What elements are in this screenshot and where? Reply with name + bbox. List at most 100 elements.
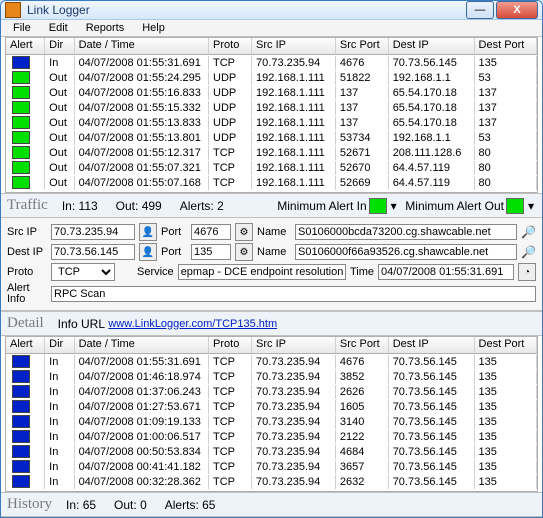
col-alert[interactable]: Alert — [6, 38, 45, 54]
time-input[interactable] — [378, 264, 514, 280]
cell-dir: In — [45, 56, 74, 70]
dname-search-icon[interactable]: 🔎 — [521, 245, 536, 259]
col-srcport[interactable]: Src Port — [336, 38, 389, 54]
col-srcip-b[interactable]: Src IP — [252, 337, 336, 353]
cell-destip: 65.54.170.18 — [389, 86, 475, 100]
cell-destport: 135 — [475, 445, 537, 459]
info-url-link[interactable]: www.LinkLogger.com/TCP135.htm — [108, 318, 277, 330]
table-row[interactable]: Out04/07/2008 01:55:07.321TCP192.168.1.1… — [6, 160, 537, 175]
cell-datetime: 04/07/2008 01:55:12.317 — [75, 146, 209, 160]
cell-srcport: 52669 — [336, 176, 389, 190]
service-input[interactable] — [178, 264, 346, 280]
table-row[interactable]: In04/07/2008 01:37:06.243TCP70.73.235.94… — [6, 384, 537, 399]
cell-dir: Out — [45, 116, 74, 130]
table-row[interactable]: Out04/07/2008 01:55:12.317TCP192.168.1.1… — [6, 145, 537, 160]
cell-srcport: 2632 — [336, 475, 389, 489]
min-alert-in-swatch[interactable] — [369, 198, 387, 214]
cell-destip: 65.54.170.18 — [389, 101, 475, 115]
cell-destport: 135 — [475, 385, 537, 399]
traffic-in-lbl: In: — [62, 199, 75, 213]
col-destport-b[interactable]: Dest Port — [475, 337, 537, 353]
menu-edit[interactable]: Edit — [41, 20, 76, 36]
col-destip-b[interactable]: Dest IP — [389, 337, 475, 353]
col-datetime-b[interactable]: Date / Time — [75, 337, 209, 353]
cell-destip: 70.73.56.145 — [389, 355, 475, 369]
table-row[interactable]: Out04/07/2008 01:55:16.833UDP192.168.1.1… — [6, 85, 537, 100]
table-row[interactable]: In04/07/2008 00:50:53.834TCP70.73.235.94… — [6, 444, 537, 459]
col-srcip[interactable]: Src IP — [252, 38, 336, 54]
table-row[interactable]: Out04/07/2008 01:55:07.168TCP192.168.1.1… — [6, 175, 537, 190]
hist-out: 0 — [140, 498, 147, 512]
sport-input[interactable] — [191, 224, 231, 240]
table-row[interactable]: In04/07/2008 01:00:06.517TCP70.73.235.94… — [6, 429, 537, 444]
cell-destip: 70.73.56.145 — [389, 445, 475, 459]
cell-proto: UDP — [209, 131, 252, 145]
proto-select[interactable]: TCP — [51, 263, 115, 281]
min-alert-out-swatch[interactable] — [506, 198, 524, 214]
history-bar: History In: 65 Out: 0 Alerts: 65 — [1, 492, 542, 517]
table-row[interactable]: In04/07/2008 01:55:31.691TCP70.73.235.94… — [6, 55, 537, 70]
hist-in-lbl: In: — [66, 498, 79, 512]
col-srcport-b[interactable]: Src Port — [336, 337, 389, 353]
cell-destip: 70.73.56.145 — [389, 430, 475, 444]
srcip-lookup-icon[interactable]: 👤 — [139, 223, 157, 241]
table-row[interactable]: Out04/07/2008 01:55:13.833UDP192.168.1.1… — [6, 115, 537, 130]
table-row[interactable]: In04/07/2008 00:32:28.362TCP70.73.235.94… — [6, 474, 537, 489]
dport-lookup-icon[interactable]: ⚙ — [235, 243, 253, 261]
close-button[interactable]: X — [496, 1, 538, 19]
minimize-button[interactable]: — — [466, 1, 494, 19]
cell-dir: In — [45, 370, 74, 384]
col-proto-b[interactable]: Proto — [209, 337, 252, 353]
col-destip[interactable]: Dest IP — [389, 38, 475, 54]
col-proto[interactable]: Proto — [209, 38, 252, 54]
table-row[interactable]: In04/07/2008 01:27:53.671TCP70.73.235.94… — [6, 399, 537, 414]
dname-input[interactable] — [295, 244, 517, 260]
traffic-label: Traffic — [7, 197, 48, 214]
table-row[interactable]: In04/07/2008 01:46:18.974TCP70.73.235.94… — [6, 369, 537, 384]
sport-lookup-icon[interactable]: ⚙ — [235, 223, 253, 241]
cell-destip: 70.73.56.145 — [389, 415, 475, 429]
min-alert-in-lbl: Minimum Alert In — [277, 199, 366, 213]
col-dir[interactable]: Dir — [45, 38, 74, 54]
table-row[interactable]: Out04/07/2008 01:55:24.295UDP192.168.1.1… — [6, 70, 537, 85]
col-datetime[interactable]: Date / Time — [75, 38, 209, 54]
table-row[interactable]: Out04/07/2008 01:55:13.801UDP192.168.1.1… — [6, 130, 537, 145]
alert-color-icon — [12, 71, 30, 84]
menu-file[interactable]: File — [5, 20, 39, 36]
col-dir-b[interactable]: Dir — [45, 337, 74, 353]
table-row[interactable]: In04/07/2008 00:41:41.182TCP70.73.235.94… — [6, 459, 537, 474]
cell-datetime: 04/07/2008 01:37:06.243 — [75, 385, 209, 399]
menu-reports[interactable]: Reports — [78, 20, 133, 36]
infourl-label: Info URL — [58, 317, 105, 331]
cell-destip: 70.73.56.145 — [389, 400, 475, 414]
min-alert-out-dd[interactable]: ▾ — [526, 199, 536, 213]
table-row[interactable]: In04/07/2008 01:09:19.133TCP70.73.235.94… — [6, 414, 537, 429]
cell-destport: 135 — [475, 475, 537, 489]
srcip-input[interactable] — [51, 224, 135, 240]
alert-color-icon — [12, 161, 30, 174]
menu-help[interactable]: Help — [134, 20, 173, 36]
bottom-grid[interactable]: In04/07/2008 01:55:31.691TCP70.73.235.94… — [5, 354, 538, 492]
sname-input[interactable] — [295, 224, 517, 240]
table-row[interactable]: In04/07/2008 01:55:31.691TCP70.73.235.94… — [6, 354, 537, 369]
dstip-lookup-icon[interactable]: 👤 — [139, 243, 157, 261]
col-alert-b[interactable]: Alert — [6, 337, 45, 353]
table-row[interactable]: Out04/07/2008 01:55:15.332UDP192.168.1.1… — [6, 100, 537, 115]
cell-srcport: 4676 — [336, 355, 389, 369]
cell-destip: 65.54.170.18 — [389, 116, 475, 130]
dstip-input[interactable] — [51, 244, 135, 260]
time-clock-icon[interactable]: ◔ — [518, 263, 536, 281]
cell-dir: Out — [45, 101, 74, 115]
top-grid[interactable]: In04/07/2008 01:55:31.691TCP70.73.235.94… — [5, 55, 538, 193]
titlebar[interactable]: Link Logger — X — [1, 1, 542, 20]
col-destport[interactable]: Dest Port — [475, 38, 537, 54]
cell-srcport: 1605 — [336, 400, 389, 414]
cell-destport: 80 — [475, 176, 537, 190]
cell-destport: 53 — [475, 71, 537, 85]
alert-color-icon — [12, 131, 30, 144]
cell-proto: UDP — [209, 101, 252, 115]
dport-input[interactable] — [191, 244, 231, 260]
alertinfo-input[interactable] — [51, 286, 536, 302]
min-alert-in-dd[interactable]: ▾ — [389, 199, 399, 213]
sname-search-icon[interactable]: 🔎 — [521, 225, 536, 239]
